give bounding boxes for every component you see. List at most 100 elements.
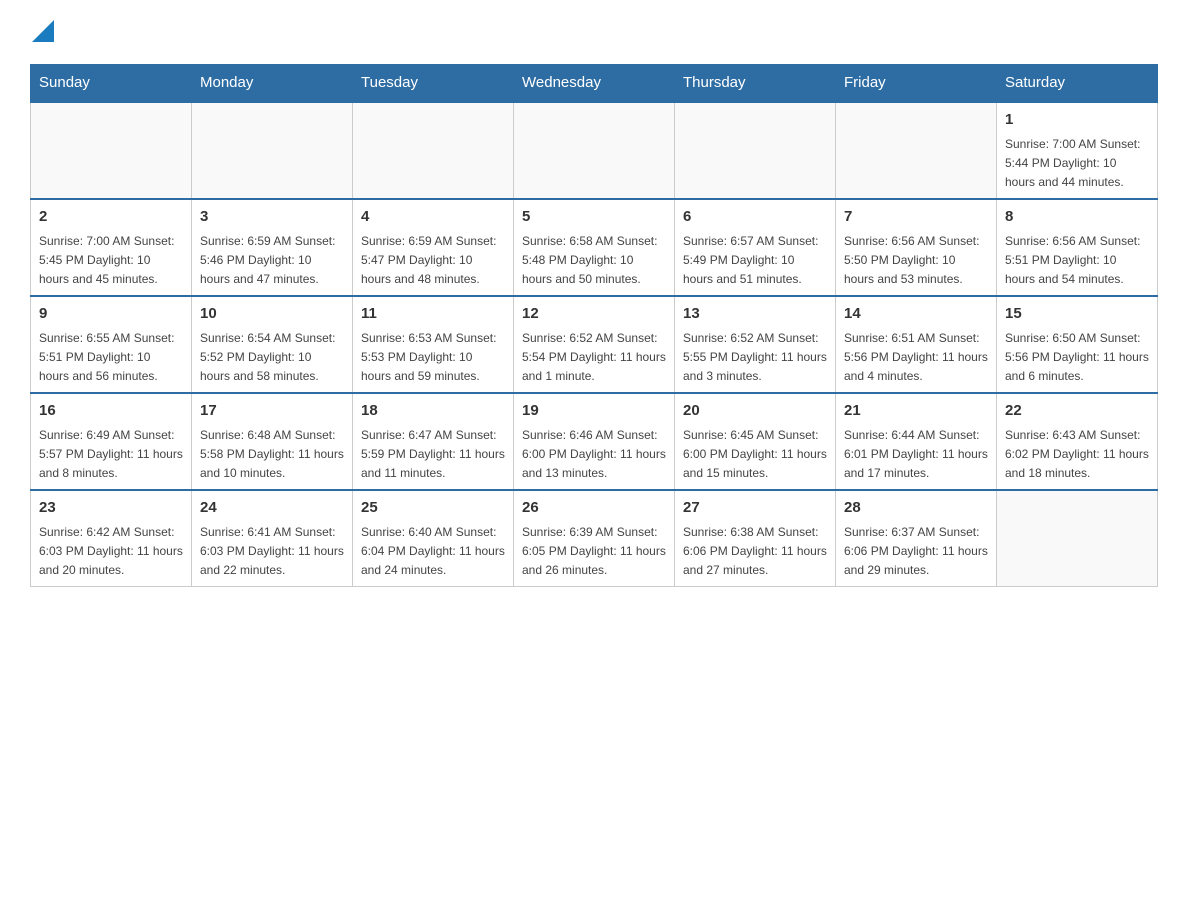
calendar-header-row: SundayMondayTuesdayWednesdayThursdayFrid… <box>31 64 1158 102</box>
logo-triangle-icon <box>32 20 54 42</box>
day-of-week-header: Sunday <box>31 64 192 102</box>
calendar-cell <box>31 102 192 199</box>
calendar-cell: 6 Sunrise: 6:57 AM Sunset: 5:49 PM Daylig… <box>675 199 836 296</box>
day-number: 15 <box>1005 303 1149 326</box>
day-info: Sunrise: 7:00 AM Sunset: 5:45 PM Dayligh… <box>39 232 183 290</box>
day-number: 9 <box>39 303 183 326</box>
day-number: 23 <box>39 497 183 520</box>
calendar-cell: 24 Sunrise: 6:41 AM Sunset: 6:03 PM Dayli… <box>192 490 353 587</box>
day-number: 8 <box>1005 206 1149 229</box>
calendar-cell: 7Sunrise: 6:56 AM Sunset: 5:50 PM Daylig… <box>836 199 997 296</box>
day-info: Sunrise: 6:50 AM Sunset: 5:56 PM Dayligh… <box>1005 329 1149 387</box>
day-info: Sunrise: 6:54 AM Sunset: 5:52 PM Dayligh… <box>200 329 344 387</box>
day-info: Sunrise: 6:52 AM Sunset: 5:54 PM Dayligh… <box>522 329 666 387</box>
calendar-cell: 11 Sunrise: 6:53 AM Sunset: 5:53 PM Dayli… <box>353 296 514 393</box>
day-number: 1 <box>1005 109 1149 132</box>
day-number: 2 <box>39 206 183 229</box>
calendar-cell: 2 Sunrise: 7:00 AM Sunset: 5:45 PM Daylig… <box>31 199 192 296</box>
calendar-cell: 9 Sunrise: 6:55 AM Sunset: 5:51 PM Daylig… <box>31 296 192 393</box>
day-number: 4 <box>361 206 505 229</box>
day-info: Sunrise: 6:43 AM Sunset: 6:02 PM Dayligh… <box>1005 426 1149 484</box>
page-header <box>30 20 1158 44</box>
calendar-cell: 25 Sunrise: 6:40 AM Sunset: 6:04 PM Dayli… <box>353 490 514 587</box>
day-info: Sunrise: 6:53 AM Sunset: 5:53 PM Dayligh… <box>361 329 505 387</box>
day-number: 3 <box>200 206 344 229</box>
day-info: Sunrise: 6:46 AM Sunset: 6:00 PM Dayligh… <box>522 426 666 484</box>
calendar-cell <box>836 102 997 199</box>
day-number: 19 <box>522 400 666 423</box>
day-number: 11 <box>361 303 505 326</box>
day-number: 26 <box>522 497 666 520</box>
day-number: 22 <box>1005 400 1149 423</box>
calendar-cell: 10 Sunrise: 6:54 AM Sunset: 5:52 PM Dayli… <box>192 296 353 393</box>
day-of-week-header: Thursday <box>675 64 836 102</box>
calendar-cell: 23 Sunrise: 6:42 AM Sunset: 6:03 PM Dayli… <box>31 490 192 587</box>
day-info: Sunrise: 6:37 AM Sunset: 6:06 PM Dayligh… <box>844 523 988 581</box>
day-number: 27 <box>683 497 827 520</box>
day-info: Sunrise: 6:42 AM Sunset: 6:03 PM Dayligh… <box>39 523 183 581</box>
day-info: Sunrise: 7:00 AM Sunset: 5:44 PM Dayligh… <box>1005 135 1149 193</box>
calendar-cell: 15 Sunrise: 6:50 AM Sunset: 5:56 PM Dayli… <box>997 296 1158 393</box>
day-number: 21 <box>844 400 988 423</box>
calendar-cell: 18 Sunrise: 6:47 AM Sunset: 5:59 PM Dayli… <box>353 393 514 490</box>
calendar-cell: 17 Sunrise: 6:48 AM Sunset: 5:58 PM Dayli… <box>192 393 353 490</box>
calendar-week-row: 23 Sunrise: 6:42 AM Sunset: 6:03 PM Dayli… <box>31 490 1158 587</box>
calendar-cell: 22 Sunrise: 6:43 AM Sunset: 6:02 PM Dayli… <box>997 393 1158 490</box>
calendar-week-row: 9 Sunrise: 6:55 AM Sunset: 5:51 PM Daylig… <box>31 296 1158 393</box>
day-number: 28 <box>844 497 988 520</box>
day-number: 25 <box>361 497 505 520</box>
calendar-cell: 27 Sunrise: 6:38 AM Sunset: 6:06 PM Dayli… <box>675 490 836 587</box>
calendar-cell: 26 Sunrise: 6:39 AM Sunset: 6:05 PM Dayli… <box>514 490 675 587</box>
calendar-cell <box>353 102 514 199</box>
day-info: Sunrise: 6:59 AM Sunset: 5:47 PM Dayligh… <box>361 232 505 290</box>
day-info: Sunrise: 6:39 AM Sunset: 6:05 PM Dayligh… <box>522 523 666 581</box>
day-info: Sunrise: 6:41 AM Sunset: 6:03 PM Dayligh… <box>200 523 344 581</box>
calendar-cell: 21 Sunrise: 6:44 AM Sunset: 6:01 PM Dayli… <box>836 393 997 490</box>
day-of-week-header: Friday <box>836 64 997 102</box>
calendar-cell: 19 Sunrise: 6:46 AM Sunset: 6:00 PM Dayli… <box>514 393 675 490</box>
day-info: Sunrise: 6:57 AM Sunset: 5:49 PM Dayligh… <box>683 232 827 290</box>
calendar-cell: 13 Sunrise: 6:52 AM Sunset: 5:55 PM Dayli… <box>675 296 836 393</box>
calendar-week-row: 2 Sunrise: 7:00 AM Sunset: 5:45 PM Daylig… <box>31 199 1158 296</box>
day-of-week-header: Monday <box>192 64 353 102</box>
day-info: Sunrise: 6:55 AM Sunset: 5:51 PM Dayligh… <box>39 329 183 387</box>
day-info: Sunrise: 6:56 AM Sunset: 5:51 PM Dayligh… <box>1005 232 1149 290</box>
day-info: Sunrise: 6:44 AM Sunset: 6:01 PM Dayligh… <box>844 426 988 484</box>
calendar-cell: 1 Sunrise: 7:00 AM Sunset: 5:44 PM Daylig… <box>997 102 1158 199</box>
calendar-cell <box>997 490 1158 587</box>
day-number: 12 <box>522 303 666 326</box>
calendar-cell <box>675 102 836 199</box>
day-number: 17 <box>200 400 344 423</box>
calendar-cell: 28 Sunrise: 6:37 AM Sunset: 6:06 PM Dayli… <box>836 490 997 587</box>
calendar-cell: 12 Sunrise: 6:52 AM Sunset: 5:54 PM Dayli… <box>514 296 675 393</box>
calendar-cell <box>192 102 353 199</box>
calendar-week-row: 16Sunrise: 6:49 AM Sunset: 5:57 PM Dayli… <box>31 393 1158 490</box>
day-info: Sunrise: 6:59 AM Sunset: 5:46 PM Dayligh… <box>200 232 344 290</box>
logo <box>30 20 54 44</box>
calendar-cell: 16Sunrise: 6:49 AM Sunset: 5:57 PM Dayli… <box>31 393 192 490</box>
day-info: Sunrise: 6:47 AM Sunset: 5:59 PM Dayligh… <box>361 426 505 484</box>
day-number: 7 <box>844 206 988 229</box>
day-number: 10 <box>200 303 344 326</box>
calendar-cell: 3 Sunrise: 6:59 AM Sunset: 5:46 PM Daylig… <box>192 199 353 296</box>
day-info: Sunrise: 6:52 AM Sunset: 5:55 PM Dayligh… <box>683 329 827 387</box>
day-of-week-header: Saturday <box>997 64 1158 102</box>
day-of-week-header: Tuesday <box>353 64 514 102</box>
day-info: Sunrise: 6:45 AM Sunset: 6:00 PM Dayligh… <box>683 426 827 484</box>
calendar-table: SundayMondayTuesdayWednesdayThursdayFrid… <box>30 64 1158 587</box>
day-number: 6 <box>683 206 827 229</box>
day-info: Sunrise: 6:40 AM Sunset: 6:04 PM Dayligh… <box>361 523 505 581</box>
day-number: 13 <box>683 303 827 326</box>
day-number: 24 <box>200 497 344 520</box>
day-number: 16 <box>39 400 183 423</box>
day-info: Sunrise: 6:48 AM Sunset: 5:58 PM Dayligh… <box>200 426 344 484</box>
calendar-cell: 4 Sunrise: 6:59 AM Sunset: 5:47 PM Daylig… <box>353 199 514 296</box>
calendar-cell: 20Sunrise: 6:45 AM Sunset: 6:00 PM Dayli… <box>675 393 836 490</box>
calendar-cell: 14Sunrise: 6:51 AM Sunset: 5:56 PM Dayli… <box>836 296 997 393</box>
day-info: Sunrise: 6:58 AM Sunset: 5:48 PM Dayligh… <box>522 232 666 290</box>
day-number: 18 <box>361 400 505 423</box>
day-info: Sunrise: 6:38 AM Sunset: 6:06 PM Dayligh… <box>683 523 827 581</box>
calendar-cell: 5Sunrise: 6:58 AM Sunset: 5:48 PM Daylig… <box>514 199 675 296</box>
day-number: 14 <box>844 303 988 326</box>
calendar-cell: 8 Sunrise: 6:56 AM Sunset: 5:51 PM Daylig… <box>997 199 1158 296</box>
